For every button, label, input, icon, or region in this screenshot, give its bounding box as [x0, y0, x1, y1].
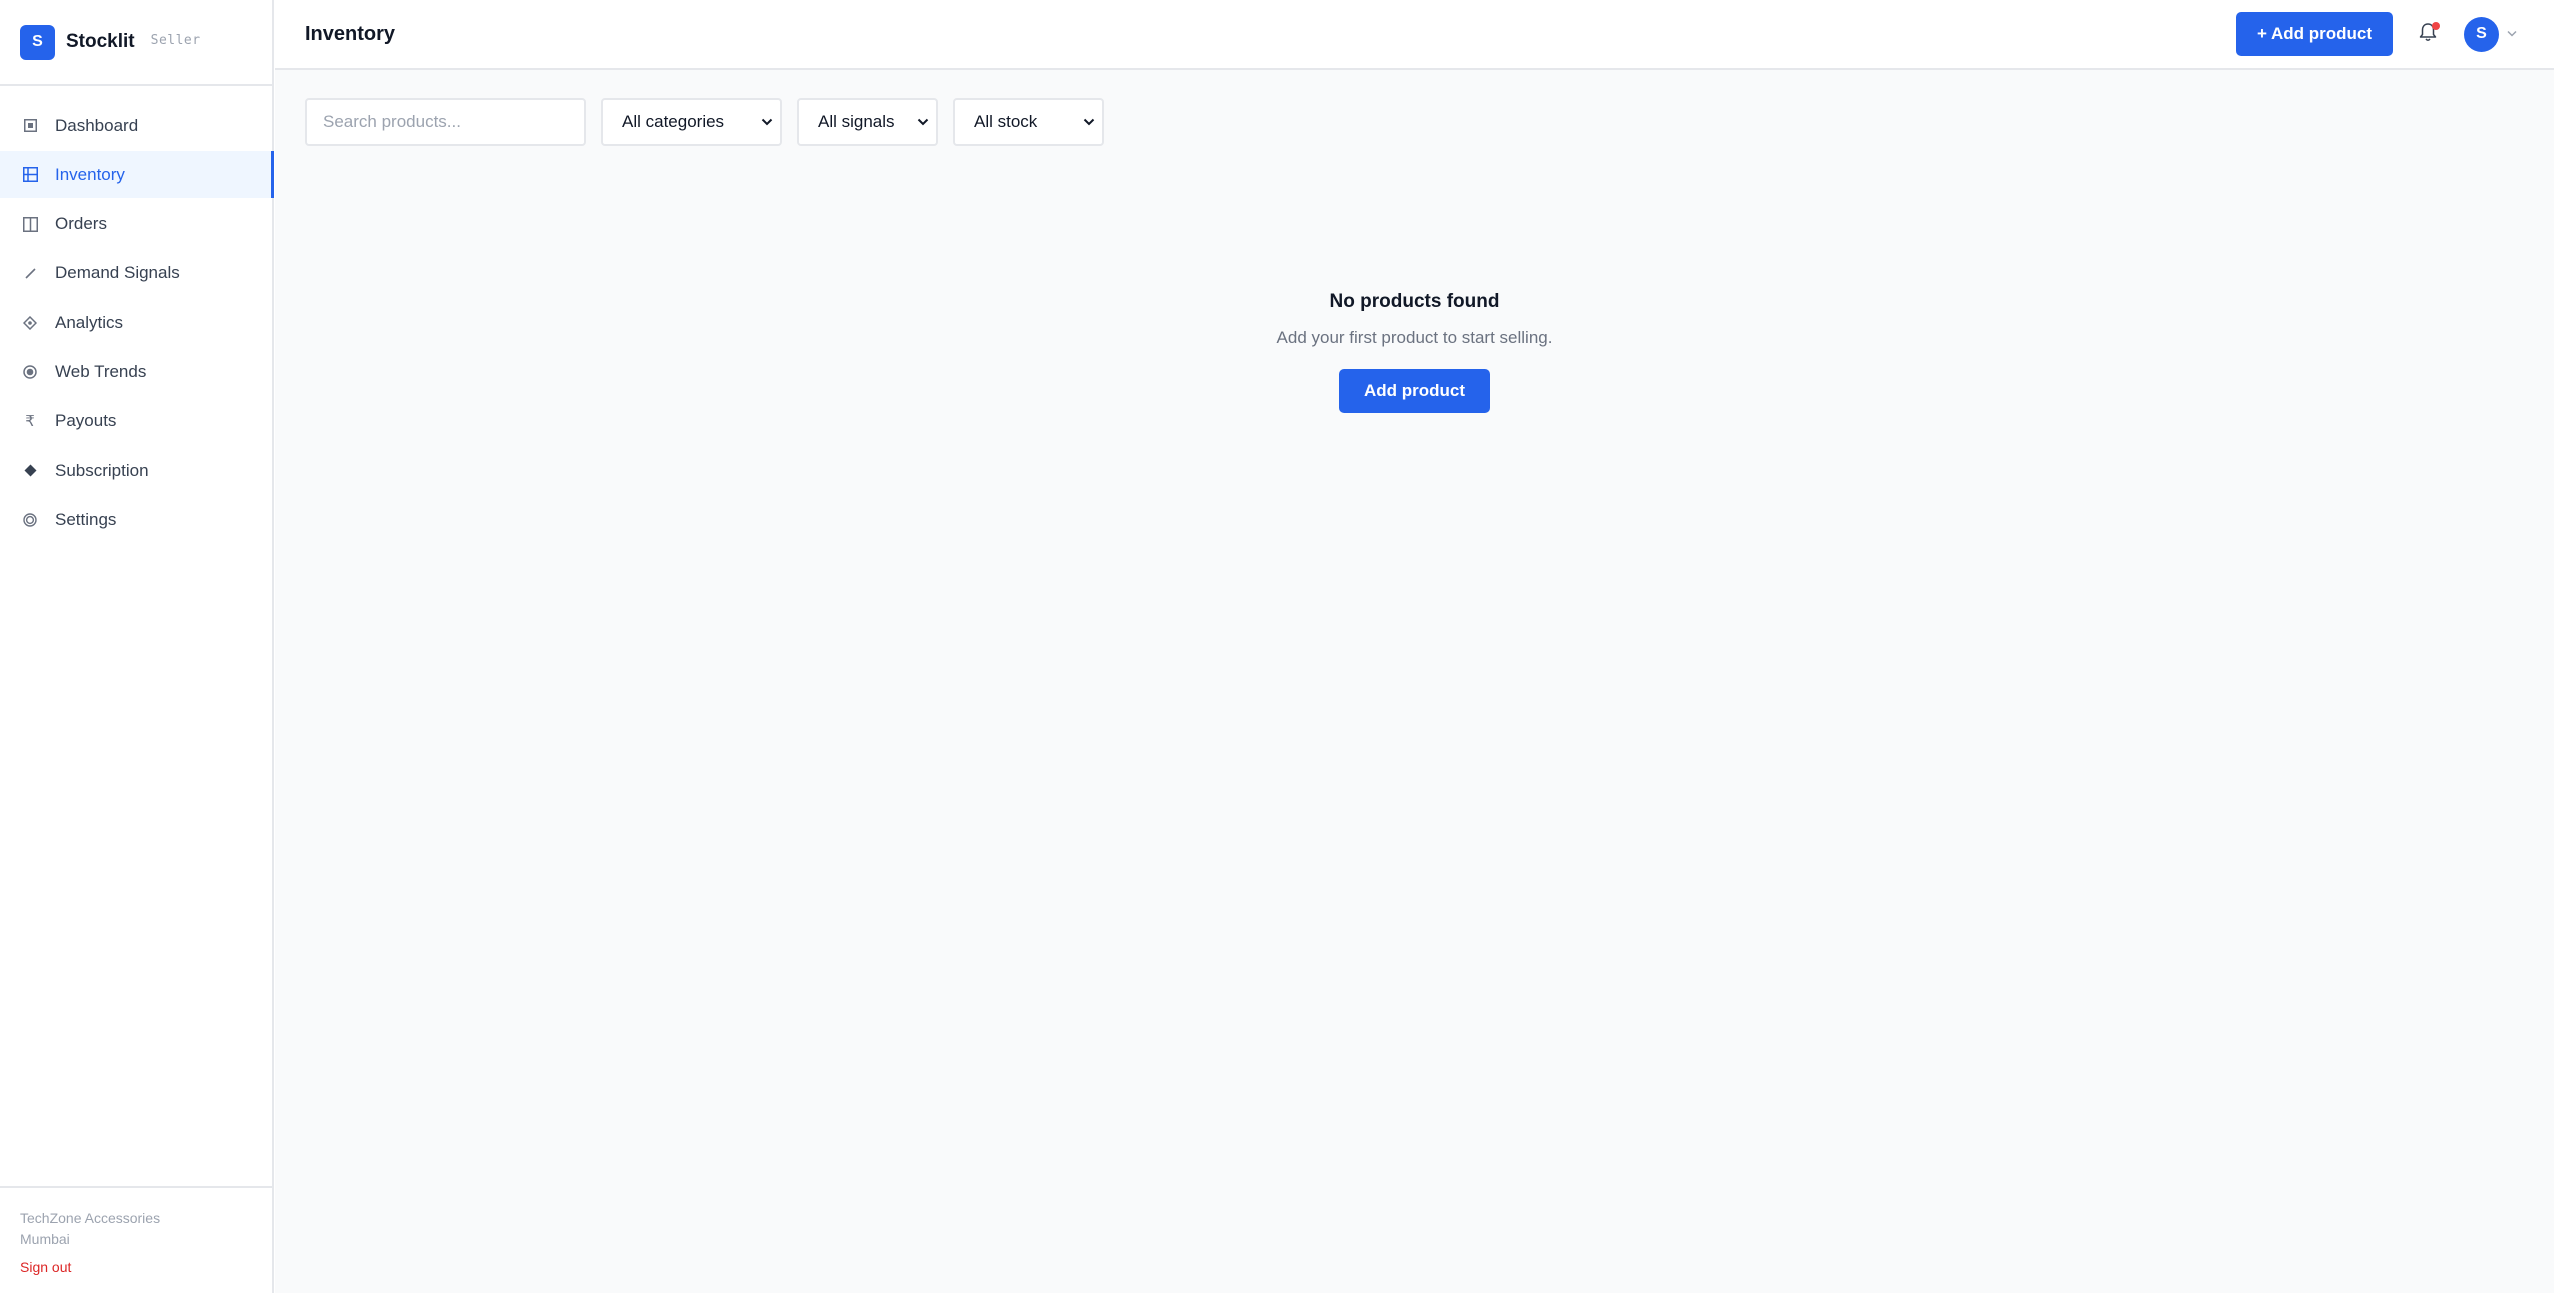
sidebar-item-label: Payouts: [55, 411, 117, 431]
top-header: Inventory + Add product S: [275, 0, 2554, 70]
user-menu[interactable]: S: [2464, 16, 2517, 52]
trend-arrow-icon: [22, 265, 38, 281]
sidebar-item-payouts[interactable]: ₹ Payouts: [0, 398, 272, 445]
filters-bar: All categories All signals All stock: [305, 98, 1104, 146]
inventory-grid-icon: [22, 167, 38, 183]
main-content: All categories All signals All stock No …: [275, 70, 2554, 1293]
header-actions: + Add product S: [2235, 0, 2517, 68]
sidebar-item-label: Inventory: [55, 164, 125, 184]
sign-out-link[interactable]: Sign out: [20, 1259, 252, 1275]
sidebar-item-subscription[interactable]: Subscription: [0, 447, 272, 494]
dashboard-icon: [22, 118, 38, 134]
notification-dot: [2432, 22, 2440, 30]
sidebar-item-inventory[interactable]: Inventory: [0, 151, 274, 199]
diamond-filled-icon: [22, 463, 38, 479]
sidebar-item-analytics[interactable]: Analytics: [0, 299, 272, 346]
chevron-down-icon: [2507, 28, 2517, 40]
signal-select-value: All signals: [818, 112, 895, 131]
sidebar-item-label: Web Trends: [55, 361, 147, 381]
diamond-outline-icon: [22, 315, 38, 331]
search-input[interactable]: [305, 98, 586, 146]
brand: S Stocklit Seller: [0, 0, 272, 86]
page-title: Inventory: [305, 22, 396, 45]
sidebar-item-label: Settings: [55, 509, 117, 529]
sidebar: S Stocklit Seller Dashboard Inventory Or…: [0, 0, 274, 1293]
radio-dot-icon: [22, 364, 38, 380]
store-city: Mumbai: [20, 1231, 70, 1247]
stock-select[interactable]: All stock: [953, 98, 1104, 146]
sidebar-item-label: Dashboard: [55, 115, 139, 135]
sidebar-item-orders[interactable]: Orders: [0, 201, 272, 248]
sidebar-nav: Dashboard Inventory Orders Demand Signal…: [0, 86, 274, 543]
orders-columns-icon: [22, 216, 38, 232]
notifications-button[interactable]: [2416, 22, 2440, 46]
category-select[interactable]: All categories: [601, 98, 782, 146]
sidebar-item-dashboard[interactable]: Dashboard: [0, 102, 272, 149]
stock-select-value: All stock: [974, 112, 1038, 131]
add-product-header-button[interactable]: + Add product: [2235, 12, 2393, 56]
sidebar-item-demand-signals[interactable]: Demand Signals: [0, 250, 272, 297]
sidebar-item-label: Analytics: [55, 312, 124, 332]
brand-role-badge: Seller: [150, 32, 201, 48]
sidebar-item-web-trends[interactable]: Web Trends: [0, 348, 272, 395]
store-name: TechZone Accessories: [20, 1210, 161, 1226]
sidebar-item-label: Subscription: [55, 460, 149, 480]
add-product-button[interactable]: Add product: [1338, 369, 1491, 413]
chevron-down-icon: [760, 115, 774, 129]
sidebar-item-label: Orders: [55, 214, 107, 234]
empty-state: No products found Add your first product…: [275, 291, 2554, 413]
empty-state-title: No products found: [1329, 291, 1500, 312]
brand-logo[interactable]: S: [20, 24, 55, 60]
sidebar-item-label: Demand Signals: [55, 263, 180, 283]
settings-ring-icon: [22, 512, 38, 528]
category-select-value: All categories: [622, 112, 725, 131]
sidebar-item-settings[interactable]: Settings: [0, 496, 272, 543]
brand-name: Stocklit: [66, 31, 135, 52]
rupee-icon: ₹: [25, 413, 35, 431]
signal-select[interactable]: All signals: [797, 98, 938, 146]
empty-state-subtitle: Add your first product to start selling.: [1276, 328, 1553, 347]
chevron-down-icon: [916, 115, 930, 129]
sidebar-footer: TechZone Accessories Mumbai Sign out: [0, 1186, 272, 1293]
chevron-down-icon: [1082, 115, 1096, 129]
avatar[interactable]: S: [2464, 16, 2499, 52]
